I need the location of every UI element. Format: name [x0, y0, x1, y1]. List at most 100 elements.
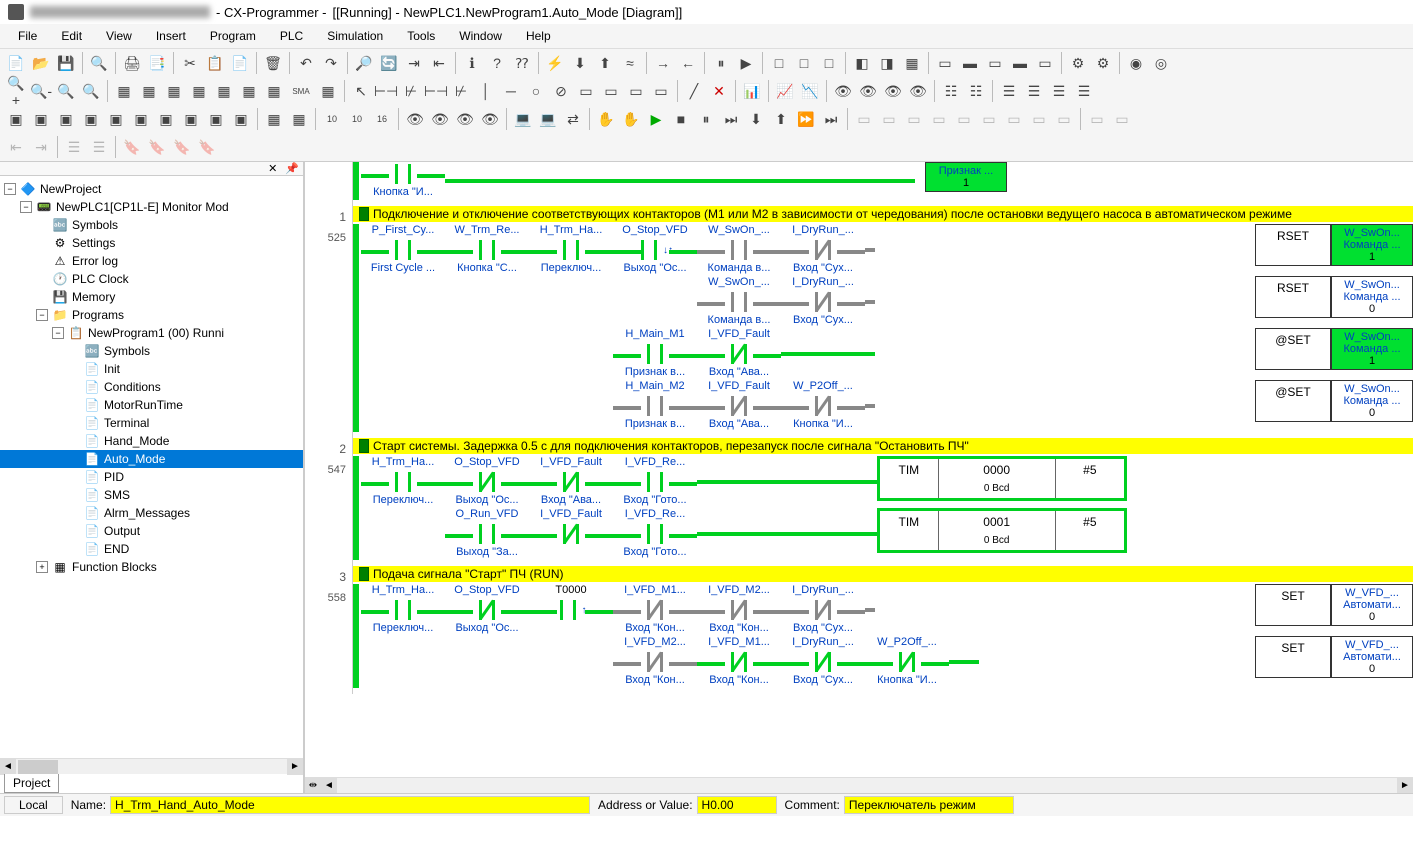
- extra3-button[interactable]: ◉: [1124, 51, 1148, 75]
- tree-plcclock[interactable]: 🕐PLC Clock: [0, 270, 303, 288]
- sim2-button[interactable]: 💻: [536, 107, 560, 131]
- timer-box[interactable]: TIM 0001 0 Bcd #5: [877, 508, 1127, 553]
- run-button[interactable]: ▶: [644, 107, 668, 131]
- mode8-button[interactable]: ▣: [179, 107, 203, 131]
- coil-output[interactable]: W_SwOn... Команда ... 1: [1331, 328, 1413, 370]
- expander-icon[interactable]: +: [36, 561, 48, 573]
- coil-output[interactable]: Признак ... 1: [925, 162, 1007, 192]
- instruction4-button[interactable]: ▭: [649, 79, 673, 103]
- context-help-button[interactable]: ⁇: [510, 51, 534, 75]
- del-line-button[interactable]: ✕: [707, 79, 731, 103]
- mode7-button[interactable]: ▣: [154, 107, 178, 131]
- pause2-button[interactable]: ⏸: [694, 107, 718, 131]
- zoom-100-button[interactable]: 🔍: [79, 79, 103, 103]
- grid4-button[interactable]: ▦: [187, 79, 211, 103]
- nc-contact-button[interactable]: ⊬: [399, 79, 423, 103]
- contact[interactable]: W_P2Off_... Кнопка "И...: [865, 636, 949, 688]
- contact[interactable]: H_Trm_Ha... Переключ...: [361, 584, 445, 636]
- mode1-button[interactable]: ▣: [4, 107, 28, 131]
- view-c-button[interactable]: ☰: [997, 79, 1021, 103]
- view1-button[interactable]: ▭: [933, 51, 957, 75]
- status-name-value[interactable]: H_Trm_Hand_Auto_Mode: [110, 796, 590, 814]
- coil-fn[interactable]: RSET: [1255, 276, 1331, 318]
- expander-icon[interactable]: −: [52, 327, 64, 339]
- contact[interactable]: I_VFD_Fault Вход "Ава...: [697, 328, 781, 380]
- contact[interactable]: I_VFD_M1... Вход "Кон...: [613, 584, 697, 636]
- status-comment-value[interactable]: Переключатель режим: [844, 796, 1014, 814]
- extra4-button[interactable]: ◎: [1149, 51, 1173, 75]
- tree-settings[interactable]: ⚙Settings: [0, 234, 303, 252]
- sidebar-close-icon[interactable]: ✕: [264, 162, 281, 175]
- coil-output[interactable]: W_VFD_... Автомати... 0: [1331, 636, 1413, 678]
- mode9-button[interactable]: ▣: [204, 107, 228, 131]
- expander-icon[interactable]: −: [20, 201, 32, 213]
- sim3-button[interactable]: ⇄: [561, 107, 585, 131]
- section3-button[interactable]: □: [817, 51, 841, 75]
- grid3-button[interactable]: ▦: [162, 79, 186, 103]
- coil-fn[interactable]: @SET: [1255, 328, 1331, 370]
- monitor3-button[interactable]: 📉: [798, 79, 822, 103]
- menu-file[interactable]: File: [8, 26, 47, 46]
- contact[interactable]: I_DryRun_... Вход "Сух...: [781, 276, 865, 328]
- ff-button[interactable]: ⏩: [794, 107, 818, 131]
- new-button[interactable]: 📄: [4, 51, 28, 75]
- mon4-button[interactable]: 👁: [478, 107, 502, 131]
- menu-program[interactable]: Program: [200, 26, 266, 46]
- contact[interactable]: H_Main_M1 Признак в...: [613, 328, 697, 380]
- print-preview-button[interactable]: 🔍: [87, 51, 111, 75]
- tree-sec-automode[interactable]: 📄Auto_Mode: [0, 450, 303, 468]
- contact[interactable]: O_Stop_VFD Выход "Ос...: [445, 584, 529, 636]
- view4-button[interactable]: ▬: [1008, 51, 1032, 75]
- rung-comment[interactable]: Подключение и отключение соответствующих…: [353, 206, 1413, 222]
- contact[interactable]: H_Trm_Ha... Переключ...: [529, 224, 613, 276]
- menu-edit[interactable]: Edit: [51, 26, 92, 46]
- line-button[interactable]: ╱: [682, 79, 706, 103]
- mode3-button[interactable]: ▣: [54, 107, 78, 131]
- menu-insert[interactable]: Insert: [146, 26, 196, 46]
- vline-button[interactable]: │: [474, 79, 498, 103]
- contact[interactable]: I_VFD_M1... Вход "Кон...: [697, 636, 781, 688]
- resume-button[interactable]: ▶: [734, 51, 758, 75]
- contact[interactable]: I_VFD_Fault Вход "Ава...: [529, 456, 613, 508]
- tree-plc[interactable]: − 📟 NewPLC1[CP1L-E] Monitor Mod: [0, 198, 303, 216]
- delete-button[interactable]: 🗑: [261, 51, 285, 75]
- work-online-button[interactable]: ⬇: [568, 51, 592, 75]
- tree-errorlog[interactable]: ⚠Error log: [0, 252, 303, 270]
- timer-box[interactable]: TIM 0000 0 Bcd #5: [877, 456, 1127, 501]
- contact[interactable]: I_VFD_Fault: [529, 508, 613, 560]
- contact[interactable]: I_VFD_Re... Вход "Гото...: [613, 456, 697, 508]
- mon1-button[interactable]: 👁: [403, 107, 427, 131]
- rung-comment[interactable]: Подача сигнала "Старт" ПЧ (RUN): [353, 566, 1413, 582]
- fb3-button[interactable]: ▦: [900, 51, 924, 75]
- menu-simulation[interactable]: Simulation: [317, 26, 393, 46]
- contact[interactable]: I_DryRun_... Вход "Сух...: [781, 584, 865, 636]
- struct1-button[interactable]: ▦: [262, 107, 286, 131]
- pause-button[interactable]: ⏸: [709, 51, 733, 75]
- monitor2-button[interactable]: 📈: [773, 79, 797, 103]
- tree-sec-motorruntime[interactable]: 📄MotorRunTime: [0, 396, 303, 414]
- grid7-button[interactable]: ▦: [262, 79, 286, 103]
- scroll-right-icon[interactable]: ►: [287, 759, 303, 775]
- status-addr-value[interactable]: H0.00: [697, 796, 777, 814]
- copy-button[interactable]: 📋: [203, 51, 227, 75]
- step-out-button[interactable]: ⬆: [769, 107, 793, 131]
- scroll-split-icon[interactable]: ⇹: [305, 778, 321, 794]
- view-b-button[interactable]: ☷: [964, 79, 988, 103]
- find-prev-button[interactable]: ⇤: [427, 51, 451, 75]
- contact[interactable]: P_First_Cy... First Cycle ...: [361, 224, 445, 276]
- extra2-button[interactable]: ⚙: [1091, 51, 1115, 75]
- section2-button[interactable]: □: [792, 51, 816, 75]
- tree-symbols[interactable]: 🔤Symbols: [0, 216, 303, 234]
- fb1-button[interactable]: ◧: [850, 51, 874, 75]
- tree-sec-init[interactable]: 📄Init: [0, 360, 303, 378]
- transfer-from-button[interactable]: ←: [676, 51, 700, 75]
- sidebar-hscroll[interactable]: ◄ ►: [0, 758, 303, 774]
- step-button[interactable]: ⏭: [719, 107, 743, 131]
- select-button[interactable]: ↖: [349, 79, 373, 103]
- help-button[interactable]: ?: [485, 51, 509, 75]
- step-in-button[interactable]: ⬇: [744, 107, 768, 131]
- watch2-button[interactable]: 👁: [856, 79, 880, 103]
- force1-button[interactable]: ✋: [594, 107, 618, 131]
- replace-button[interactable]: 🔄: [377, 51, 401, 75]
- tree-sec-handmode[interactable]: 📄Hand_Mode: [0, 432, 303, 450]
